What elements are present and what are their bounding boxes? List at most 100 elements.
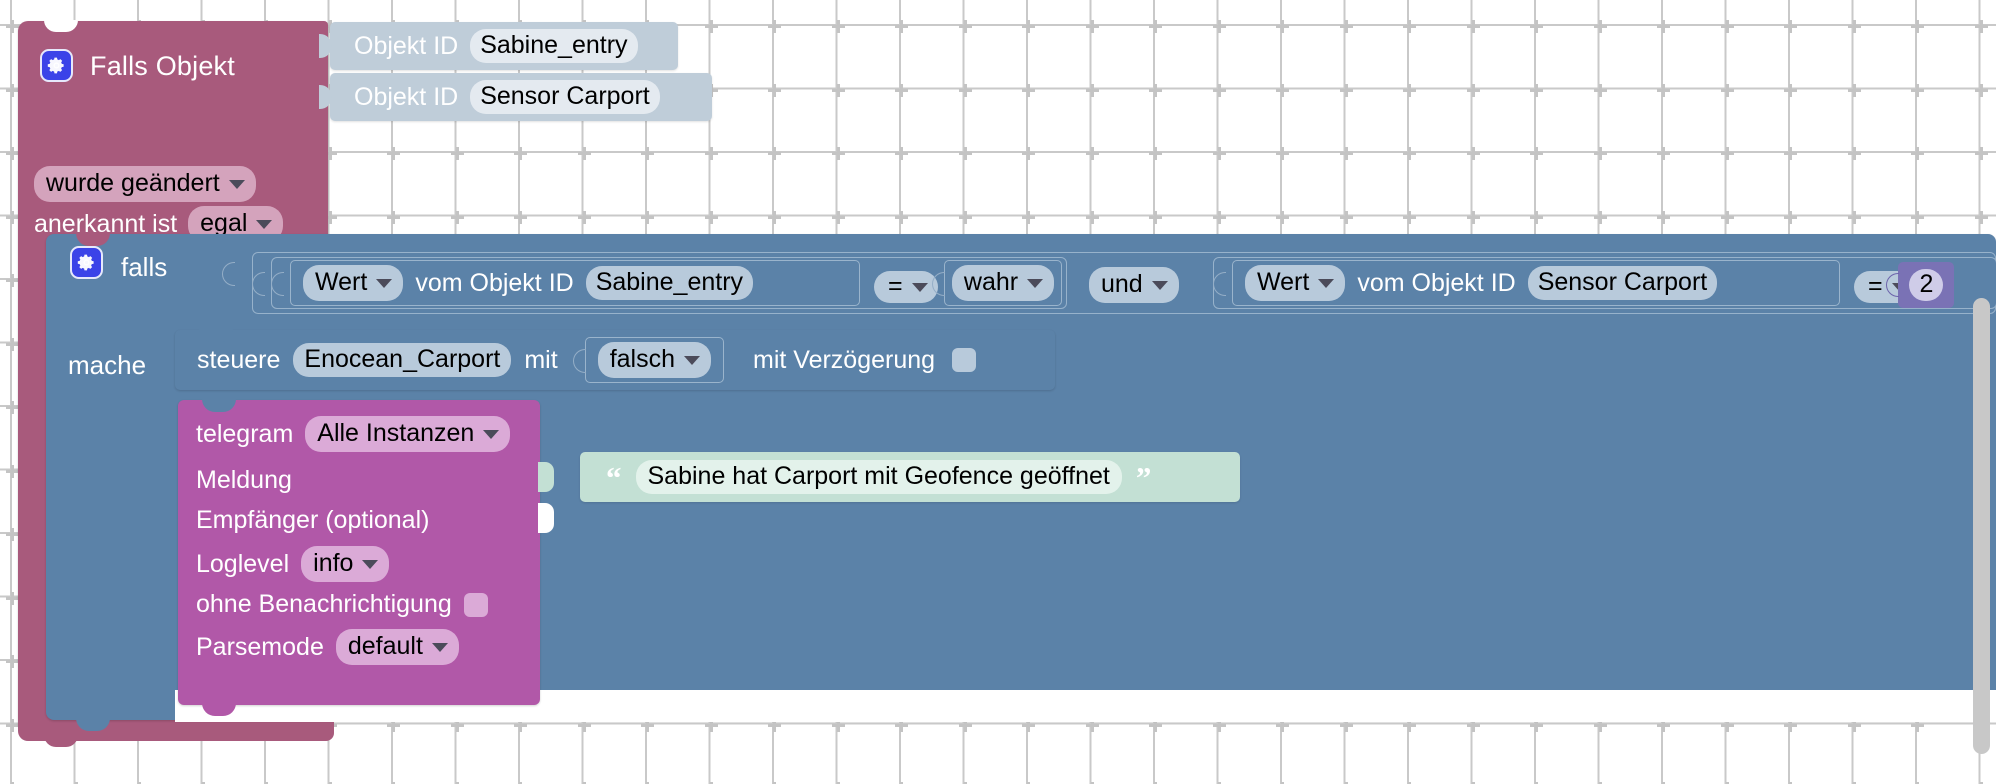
grid-mark	[959, 211, 972, 224]
grid-mark	[1467, 211, 1480, 224]
grid-mark	[1657, 211, 1670, 224]
compare-block-left[interactable]: Wert vom Objekt ID Sabine_entry = wahr	[271, 257, 1067, 309]
grid-mark	[1403, 84, 1416, 97]
telegram-loglevel-row: Loglevel info	[196, 546, 390, 582]
grid-mark	[1340, 84, 1353, 97]
parsemode-dropdown[interactable]: default	[335, 629, 459, 665]
steuere-value-dropdown[interactable]: falsch	[597, 342, 711, 378]
objektid-block-2[interactable]: Objekt ID Sensor Carport	[319, 73, 712, 121]
grid-mark	[1530, 20, 1543, 33]
telegram-instance-dropdown[interactable]: Alle Instanzen	[305, 416, 511, 452]
gear-icon[interactable]	[70, 246, 103, 279]
objektid-value: Sensor Carport	[480, 82, 650, 110]
steuere-target-field[interactable]: Enocean_Carport	[293, 343, 512, 377]
grid-mark	[578, 147, 591, 160]
empfaenger-input-connector	[538, 503, 554, 533]
logic-boolean-block-left[interactable]: wahr	[932, 260, 1062, 306]
grid-mark	[641, 211, 654, 224]
telegram-silent-row: ohne Benachrichtigung	[196, 590, 488, 619]
chevron-down-icon	[684, 356, 700, 365]
empfaenger-label: Empfänger (optional)	[196, 506, 430, 534]
parsemode-value: default	[347, 632, 423, 660]
do-label: mache	[68, 350, 147, 380]
grid-mark	[768, 84, 781, 97]
puzzle-socket	[572, 349, 586, 373]
grid-mark	[1848, 211, 1861, 224]
grid-mark	[768, 211, 781, 224]
grid-mark	[1022, 147, 1035, 160]
loglevel-value: info	[313, 549, 354, 577]
puzzle-socket	[271, 272, 284, 296]
message-text-field[interactable]: Sabine hat Carport mit Geofence geöffnet	[635, 460, 1122, 494]
math-number-value: 2	[1919, 270, 1934, 298]
grid-mark	[1403, 147, 1416, 160]
text-string-block[interactable]: “ Sabine hat Carport mit Geofence geöffn…	[580, 452, 1240, 502]
grid-mark	[1594, 84, 1607, 97]
grid-mark	[1784, 211, 1797, 224]
vom-objekt-id-label: vom Objekt ID	[415, 268, 574, 297]
math-number-field[interactable]: 2	[1908, 269, 1944, 301]
grid-mark	[1276, 147, 1289, 160]
vertical-scrollbar[interactable]	[1973, 298, 1990, 754]
grid-mark	[768, 147, 781, 160]
grid-mark	[1975, 211, 1988, 224]
silent-checkbox[interactable]	[463, 592, 488, 617]
property-dropdown-left[interactable]: Wert	[303, 265, 404, 301]
boolean-value: wahr	[963, 268, 1019, 296]
grid-mark	[1975, 20, 1988, 33]
open-quote-icon: “	[606, 459, 622, 495]
loglevel-dropdown[interactable]: info	[301, 546, 390, 582]
grid-mark	[1213, 211, 1226, 224]
grid-mark	[387, 211, 400, 224]
change-mode-dropdown[interactable]: wurde geändert	[34, 166, 256, 202]
telegram-title-row: telegram Alle Instanzen	[196, 416, 511, 452]
grid-mark	[1530, 211, 1543, 224]
grid-mark	[895, 20, 908, 33]
grid-mark	[832, 20, 845, 33]
grid-mark	[1340, 147, 1353, 160]
grid-mark	[641, 147, 654, 160]
telegram-block[interactable]: telegram Alle Instanzen Meldung Empfänge…	[178, 400, 554, 705]
objektid-value-field[interactable]: Sensor Carport	[470, 80, 660, 114]
delay-checkbox[interactable]	[952, 348, 977, 372]
grid-mark	[959, 147, 972, 160]
objektid-field-left[interactable]: Sabine_entry	[585, 266, 754, 300]
grid-mark	[1721, 147, 1734, 160]
math-number-block[interactable]: 2	[1886, 262, 1954, 308]
grid-mark	[451, 147, 464, 160]
grid-mark	[1721, 20, 1734, 33]
steuere-target-value: Enocean_Carport	[304, 345, 501, 373]
blockly-workspace[interactable]: Falls Objekt wurde geändert anerkannt is…	[0, 0, 1996, 784]
property-dropdown-right[interactable]: Wert	[1245, 265, 1346, 301]
objektid-block-1[interactable]: Objekt ID Sabine_entry	[319, 22, 678, 70]
logic-operator-dropdown[interactable]: und	[1089, 267, 1179, 303]
grid-mark	[1657, 147, 1670, 160]
grid-mark	[1975, 147, 1988, 160]
control-block-steuere[interactable]: steuere Enocean_Carport mit falsch mit V…	[175, 330, 1055, 390]
logic-and-block[interactable]: Wert vom Objekt ID Sabine_entry = wahr u…	[252, 252, 1996, 314]
steuere-value-slot[interactable]: falsch	[572, 337, 724, 383]
grid-mark	[1213, 147, 1226, 160]
compare-block-right[interactable]: Wert vom Objekt ID Sensor Carport =	[1213, 257, 1996, 309]
grid-mark	[1022, 20, 1035, 33]
grid-mark	[1403, 20, 1416, 33]
boolean-dropdown-left[interactable]: wahr	[951, 265, 1055, 301]
grid-mark	[959, 20, 972, 33]
steuere-value: falsch	[609, 345, 675, 373]
comparator-dropdown-left[interactable]: =	[874, 271, 938, 303]
getvalue-block-left[interactable]: Wert vom Objekt ID Sabine_entry	[290, 260, 860, 306]
getvalue-block-right[interactable]: Wert vom Objekt ID Sensor Carport	[1232, 260, 1840, 306]
puzzle-socket	[1213, 272, 1226, 296]
objektid-value-field[interactable]: Sabine_entry	[470, 29, 638, 63]
grid-mark	[1848, 20, 1861, 33]
chevron-down-icon	[362, 560, 379, 569]
grid-mark	[1213, 20, 1226, 33]
grid-mark	[514, 211, 527, 224]
gear-icon[interactable]	[40, 49, 73, 82]
steuere-verb-label: steuere	[197, 345, 281, 374]
grid-mark	[1086, 211, 1099, 224]
grid-mark	[705, 20, 718, 33]
objektid-field-right[interactable]: Sensor Carport	[1527, 266, 1718, 300]
meldung-input-connector	[538, 462, 554, 492]
objektid-label: Objekt ID	[354, 82, 459, 111]
